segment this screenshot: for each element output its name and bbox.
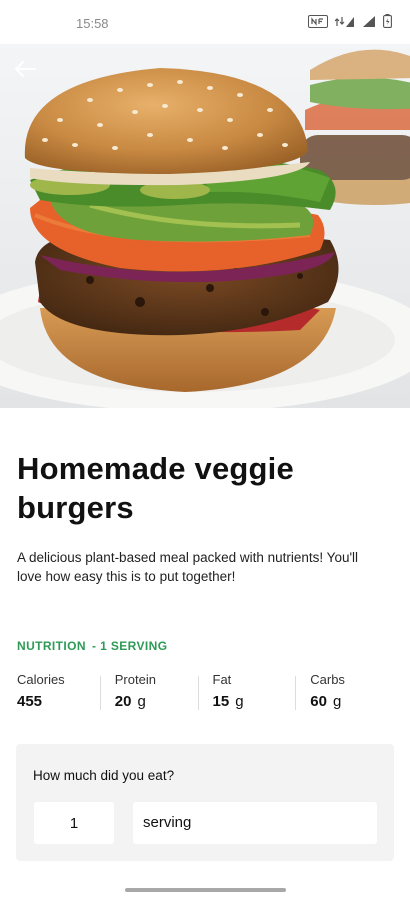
mobile-data-icon xyxy=(335,15,355,28)
recipe-title: Homemade veggie burgers xyxy=(17,451,294,525)
stat-protein: Protein 20 g xyxy=(99,672,198,712)
signal-icon xyxy=(362,15,376,28)
stat-number: 60 xyxy=(310,693,327,710)
status-time: 15:58 xyxy=(76,16,109,31)
stat-unit: g xyxy=(137,693,146,710)
stat-number: 20 xyxy=(114,693,132,710)
amount-question: How much did you eat? xyxy=(33,768,175,783)
stat-value: 455 xyxy=(17,693,100,711)
stat-label: Carbs xyxy=(310,672,345,687)
recipe-hero-image xyxy=(0,40,410,408)
unit-selector[interactable]: serving xyxy=(133,802,377,844)
battery-icon xyxy=(383,14,392,28)
nutrition-stats: Calories 455 Protein 20 g Fat 15 g Carbs 6… xyxy=(17,672,393,712)
stat-label: Protein xyxy=(114,672,156,687)
stat-number: 15 xyxy=(212,693,230,710)
nutrition-heading: NUTRITION - 1 SERVING xyxy=(17,639,167,653)
back-arrow-icon xyxy=(14,60,36,83)
stat-number: 455 xyxy=(17,693,43,710)
stat-unit: g xyxy=(332,693,342,710)
serving-size-label: - 1 SERVING xyxy=(91,639,168,653)
status-icons xyxy=(308,14,392,28)
nfc-icon xyxy=(308,14,328,28)
stat-value: 60 g xyxy=(310,693,393,711)
amount-eaten-card: How much did you eat? serving xyxy=(16,744,394,861)
stat-calories: Calories 455 xyxy=(17,672,100,712)
stat-value: 15 g xyxy=(213,693,296,711)
quantity-input[interactable] xyxy=(34,802,114,844)
home-indicator[interactable] xyxy=(125,888,286,892)
stat-carbs: Carbs 60 g xyxy=(295,672,393,712)
back-button[interactable] xyxy=(8,54,42,88)
stat-fat: Fat 15 g xyxy=(197,672,296,712)
recipe-description: A delicious plant-based meal packed with… xyxy=(17,550,359,584)
stat-unit: g xyxy=(235,693,244,710)
stat-label: Fat xyxy=(212,672,232,687)
stat-label: Calories xyxy=(17,672,65,687)
nutrition-label: NUTRITION xyxy=(17,639,86,653)
status-bar: 15:58 xyxy=(0,0,410,44)
stat-value: 20 g xyxy=(115,693,198,711)
